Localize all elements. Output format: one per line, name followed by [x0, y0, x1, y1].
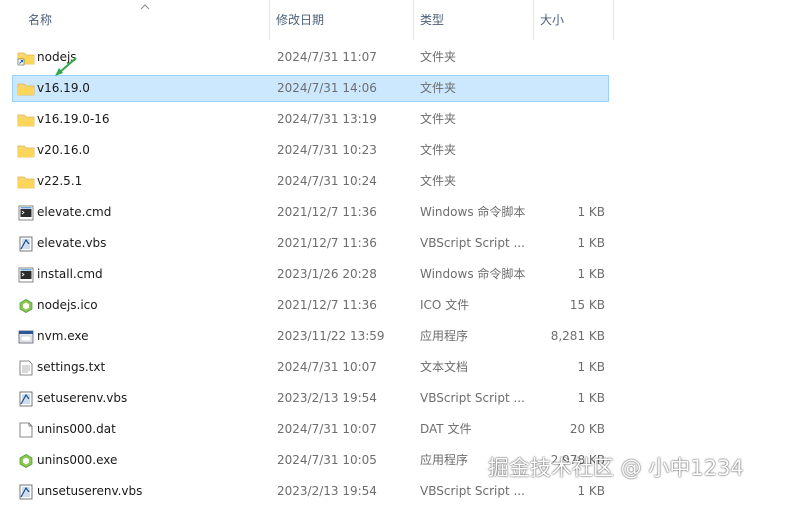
file-name: elevate.vbs — [37, 236, 107, 250]
annotation-arrow-icon — [55, 57, 77, 76]
file-size: 15 KB — [569, 298, 605, 312]
file-row-elevate-vbs[interactable]: elevate.vbs 2021/12/7 11:36 VBScript Scrip… — [12, 230, 609, 257]
file-type: Windows 命令脚本 — [420, 267, 526, 281]
column-header-name[interactable]: 名称 — [22, 0, 268, 40]
file-date: 2024/7/31 10:24 — [277, 174, 377, 188]
file-type: 文件夹 — [420, 50, 457, 64]
file-date: 2024/7/31 10:05 — [277, 453, 377, 467]
file-size: 1 KB — [577, 267, 605, 281]
nodejs-exe-icon — [17, 453, 35, 469]
dat-file-icon — [17, 422, 35, 438]
file-size: 1 KB — [577, 205, 605, 219]
file-name: v16.19.0-16 — [37, 112, 110, 126]
txt-file-icon — [17, 360, 35, 376]
file-name: setuserenv.vbs — [37, 391, 128, 405]
file-date: 2024/7/31 11:07 — [277, 50, 377, 64]
vbs-file-icon — [17, 236, 35, 252]
exe-file-icon — [17, 329, 35, 345]
file-name: v20.16.0 — [37, 143, 90, 157]
file-type: 应用程序 — [420, 453, 469, 467]
file-size: 1 KB — [577, 236, 605, 250]
cmd-file-icon — [17, 267, 35, 283]
file-date: 2024/7/31 10:07 — [277, 360, 377, 374]
file-size: 1 KB — [577, 360, 605, 374]
file-date: 2024/7/31 13:19 — [277, 112, 377, 126]
folder-shortcut-icon — [17, 50, 35, 66]
file-name: unins000.dat — [37, 422, 116, 436]
file-date: 2021/12/7 11:36 — [277, 205, 377, 219]
file-date: 2024/7/31 10:07 — [277, 422, 377, 436]
file-type: 应用程序 — [420, 329, 469, 343]
file-row-v16-19-0[interactable]: v16.19.0 2024/7/31 14:06 文件夹 — [12, 75, 609, 102]
vbs-file-icon — [17, 484, 35, 500]
file-row-nvm-exe[interactable]: nvm.exe 2023/11/22 13:59 应用程序 8,281 KB — [12, 323, 609, 350]
file-type: 文本文档 — [420, 360, 469, 374]
file-date: 2023/2/13 19:54 — [277, 484, 377, 498]
file-size: 1 KB — [577, 391, 605, 405]
file-type: 文件夹 — [420, 143, 457, 157]
file-type: ICO 文件 — [420, 298, 470, 312]
column-header-bar: 名称 修改日期 类型 大小 — [0, 0, 795, 40]
file-list: nodejs 2024/7/31 11:07 文件夹 v16.19.0 2024/7/3… — [0, 40, 795, 500]
file-name: nvm.exe — [37, 329, 89, 343]
file-date: 2023/11/22 13:59 — [277, 329, 385, 343]
file-name: install.cmd — [37, 267, 103, 281]
file-name: v16.19.0 — [37, 81, 90, 95]
file-name: unins000.exe — [37, 453, 118, 467]
file-name: elevate.cmd — [37, 205, 112, 219]
file-row-setuserenv-vbs[interactable]: setuserenv.vbs 2023/2/13 19:54 VBScript Sc… — [12, 385, 609, 412]
file-type: VBScript Script ... — [420, 236, 525, 250]
folder-icon — [17, 174, 35, 190]
column-divider — [613, 0, 614, 40]
file-date: 2024/7/31 14:06 — [277, 81, 377, 95]
file-name: nodejs.ico — [37, 298, 98, 312]
file-date: 2023/2/13 19:54 — [277, 391, 377, 405]
folder-icon — [17, 112, 35, 128]
file-row-unins000-dat[interactable]: unins000.dat 2024/7/31 10:07 DAT 文件 20 KB — [12, 416, 609, 443]
file-row-install-cmd[interactable]: install.cmd 2023/1/26 20:28 Windows 命令脚本 1 … — [12, 261, 609, 288]
cmd-file-icon — [17, 205, 35, 221]
file-type: VBScript Script ... — [420, 391, 525, 405]
file-row-unsetuserenv-vbs[interactable]: unsetuserenv.vbs 2023/2/13 19:54 VBScript … — [12, 478, 609, 505]
file-size: 20 KB — [569, 422, 605, 436]
file-row-nodejs[interactable]: nodejs 2024/7/31 11:07 文件夹 — [12, 44, 609, 71]
file-type: Windows 命令脚本 — [420, 205, 526, 219]
column-header-size[interactable]: 大小 — [533, 0, 613, 40]
file-type: VBScript Script ... — [420, 484, 525, 498]
file-date: 2023/1/26 20:28 — [277, 267, 377, 281]
file-size: 8,281 KB — [550, 329, 605, 343]
file-date: 2021/12/7 11:36 — [277, 236, 377, 250]
column-header-type[interactable]: 类型 — [413, 0, 532, 40]
file-row-v16-19-0-16[interactable]: v16.19.0-16 2024/7/31 13:19 文件夹 — [12, 106, 609, 133]
file-size: 1 KB — [577, 484, 605, 498]
file-name: unsetuserenv.vbs — [37, 484, 143, 498]
file-name: v22.5.1 — [37, 174, 83, 188]
file-row-v22-5-1[interactable]: v22.5.1 2024/7/31 10:24 文件夹 — [12, 168, 609, 195]
column-header-date[interactable]: 修改日期 — [269, 0, 412, 40]
file-name: settings.txt — [37, 360, 106, 374]
file-row-elevate-cmd[interactable]: elevate.cmd 2021/12/7 11:36 Windows 命令脚本 1 … — [12, 199, 609, 226]
vbs-file-icon — [17, 391, 35, 407]
file-type: DAT 文件 — [420, 422, 472, 436]
file-row-settings-txt[interactable]: settings.txt 2024/7/31 10:07 文本文档 1 KB — [12, 354, 609, 381]
nodejs-ico-icon — [17, 298, 35, 314]
file-row-nodejs-ico[interactable]: nodejs.ico 2021/12/7 11:36 ICO 文件 15 KB — [12, 292, 609, 319]
file-row-v20-16-0[interactable]: v20.16.0 2024/7/31 10:23 文件夹 — [12, 137, 609, 164]
folder-icon — [17, 81, 35, 97]
file-type: 文件夹 — [420, 174, 457, 188]
folder-icon — [17, 143, 35, 159]
file-type: 文件夹 — [420, 112, 457, 126]
watermark: 掘金技术社区 @ 小中1234 — [488, 456, 744, 480]
file-date: 2021/12/7 11:36 — [277, 298, 377, 312]
file-type: 文件夹 — [420, 81, 457, 95]
file-date: 2024/7/31 10:23 — [277, 143, 377, 157]
